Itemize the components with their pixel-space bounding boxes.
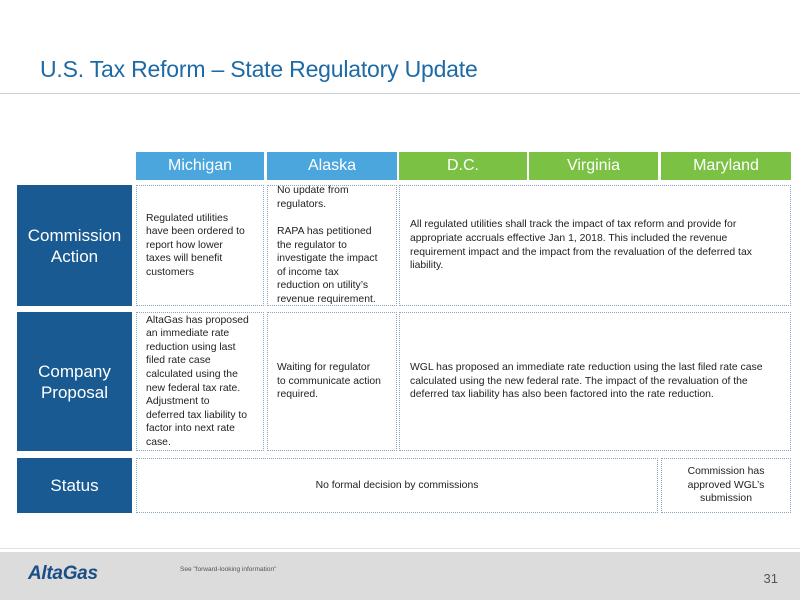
- cell-proposal-michigan-text: AltaGas has proposed an immediate rate r…: [146, 314, 249, 448]
- column-header-michigan: Michigan: [136, 152, 264, 180]
- column-header-dc: D.C.: [399, 152, 527, 180]
- cell-status-maryland: Commission has approved WGL’s submission: [661, 458, 791, 513]
- cell-proposal-michigan: AltaGas has proposed an immediate rate r…: [136, 312, 264, 451]
- cell-status-maryland-text: Commission has approved WGL’s submission: [687, 466, 765, 505]
- title-divider: [0, 93, 800, 94]
- cell-proposal-alaska: Waiting for regulator to communicate act…: [267, 312, 397, 451]
- row-header-company-proposal-label: Company Proposal: [38, 361, 111, 402]
- cell-status-main: No formal decision by commissions: [136, 458, 658, 513]
- cell-proposal-dc-va-md-text: WGL has proposed an immediate rate reduc…: [410, 362, 763, 401]
- cell-commission-alaska: No update from regulators. RAPA has peti…: [267, 185, 397, 306]
- page-number: 31: [763, 571, 778, 586]
- row-header-commission-action: Commission Action: [17, 185, 132, 306]
- cell-commission-dc-va-md-text: All regulated utilities shall track the …: [410, 219, 752, 272]
- footer-bar: [0, 552, 800, 600]
- cell-commission-alaska-text: No update from regulators. RAPA has peti…: [277, 185, 378, 306]
- row-header-company-proposal: Company Proposal: [17, 312, 132, 451]
- altagas-logo: AltaGas: [28, 563, 98, 584]
- cell-proposal-alaska-text: Waiting for regulator to communicate act…: [277, 362, 381, 401]
- cell-commission-michigan: Regulated utilities have been ordered to…: [136, 185, 264, 306]
- column-header-virginia: Virginia: [529, 152, 658, 180]
- cell-proposal-dc-va-md: WGL has proposed an immediate rate reduc…: [399, 312, 791, 451]
- cell-commission-michigan-text: Regulated utilities have been ordered to…: [146, 212, 245, 278]
- row-header-commission-action-label: Commission Action: [27, 225, 122, 266]
- slide-title: U.S. Tax Reform – State Regulatory Updat…: [40, 56, 478, 82]
- row-header-status-label: Status: [50, 476, 99, 495]
- cell-status-main-text: No formal decision by commissions: [315, 479, 479, 491]
- column-header-maryland: Maryland: [661, 152, 791, 180]
- cell-commission-dc-va-md: All regulated utilities shall track the …: [399, 185, 791, 306]
- forward-looking-disclaimer: See "forward-looking information": [180, 566, 277, 573]
- row-header-status: Status: [17, 458, 132, 513]
- footer-divider: [0, 548, 800, 549]
- column-header-alaska: Alaska: [267, 152, 397, 180]
